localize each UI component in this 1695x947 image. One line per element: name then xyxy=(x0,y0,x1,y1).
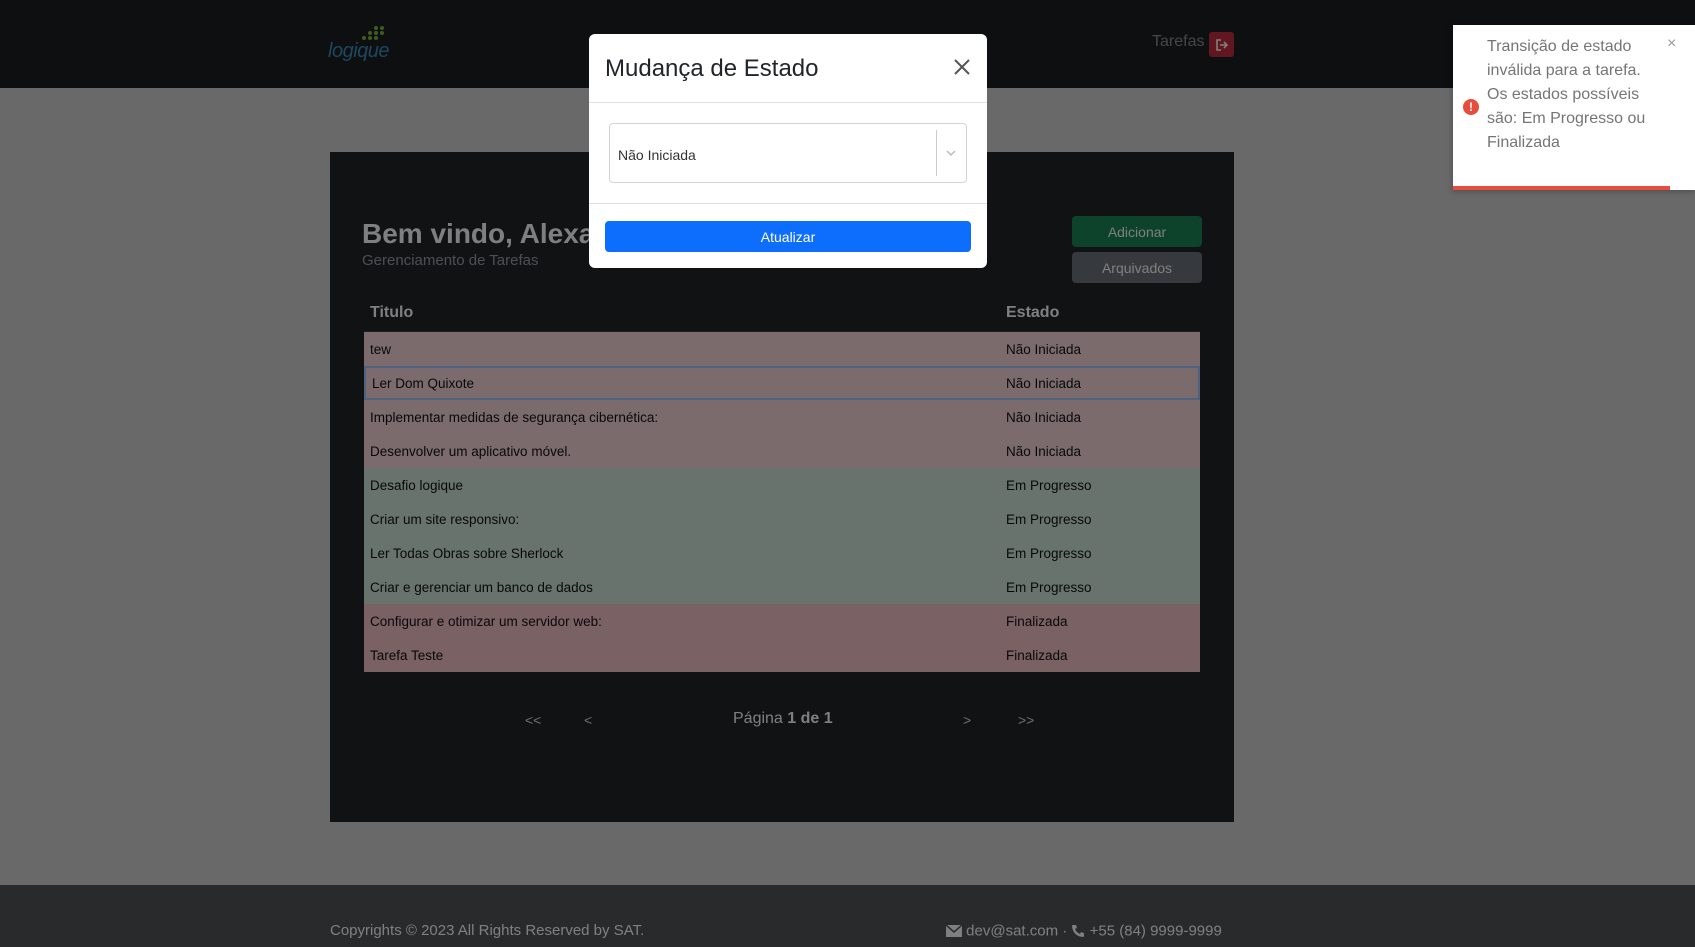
modal-header: Mudança de Estado xyxy=(589,34,987,103)
chevron-down-icon[interactable] xyxy=(942,146,960,160)
error-icon: ! xyxy=(1463,99,1479,115)
state-select[interactable]: Não Iniciada xyxy=(609,123,967,183)
select-divider xyxy=(936,130,937,176)
error-toast: ! Transição de estado inválida para a ta… xyxy=(1453,25,1695,190)
state-change-modal: Mudança de Estado Não Iniciada Atualizar xyxy=(589,34,987,268)
state-select-value: Não Iniciada xyxy=(618,147,696,163)
close-icon[interactable] xyxy=(951,56,973,78)
toast-close-button[interactable]: × xyxy=(1667,35,1676,53)
modal-title: Mudança de Estado xyxy=(605,55,819,82)
toast-progress-bar xyxy=(1453,186,1670,190)
modal-body: Não Iniciada xyxy=(589,103,987,204)
update-button[interactable]: Atualizar xyxy=(605,221,971,252)
toast-message: Transição de estado inválida para a tare… xyxy=(1487,38,1646,151)
